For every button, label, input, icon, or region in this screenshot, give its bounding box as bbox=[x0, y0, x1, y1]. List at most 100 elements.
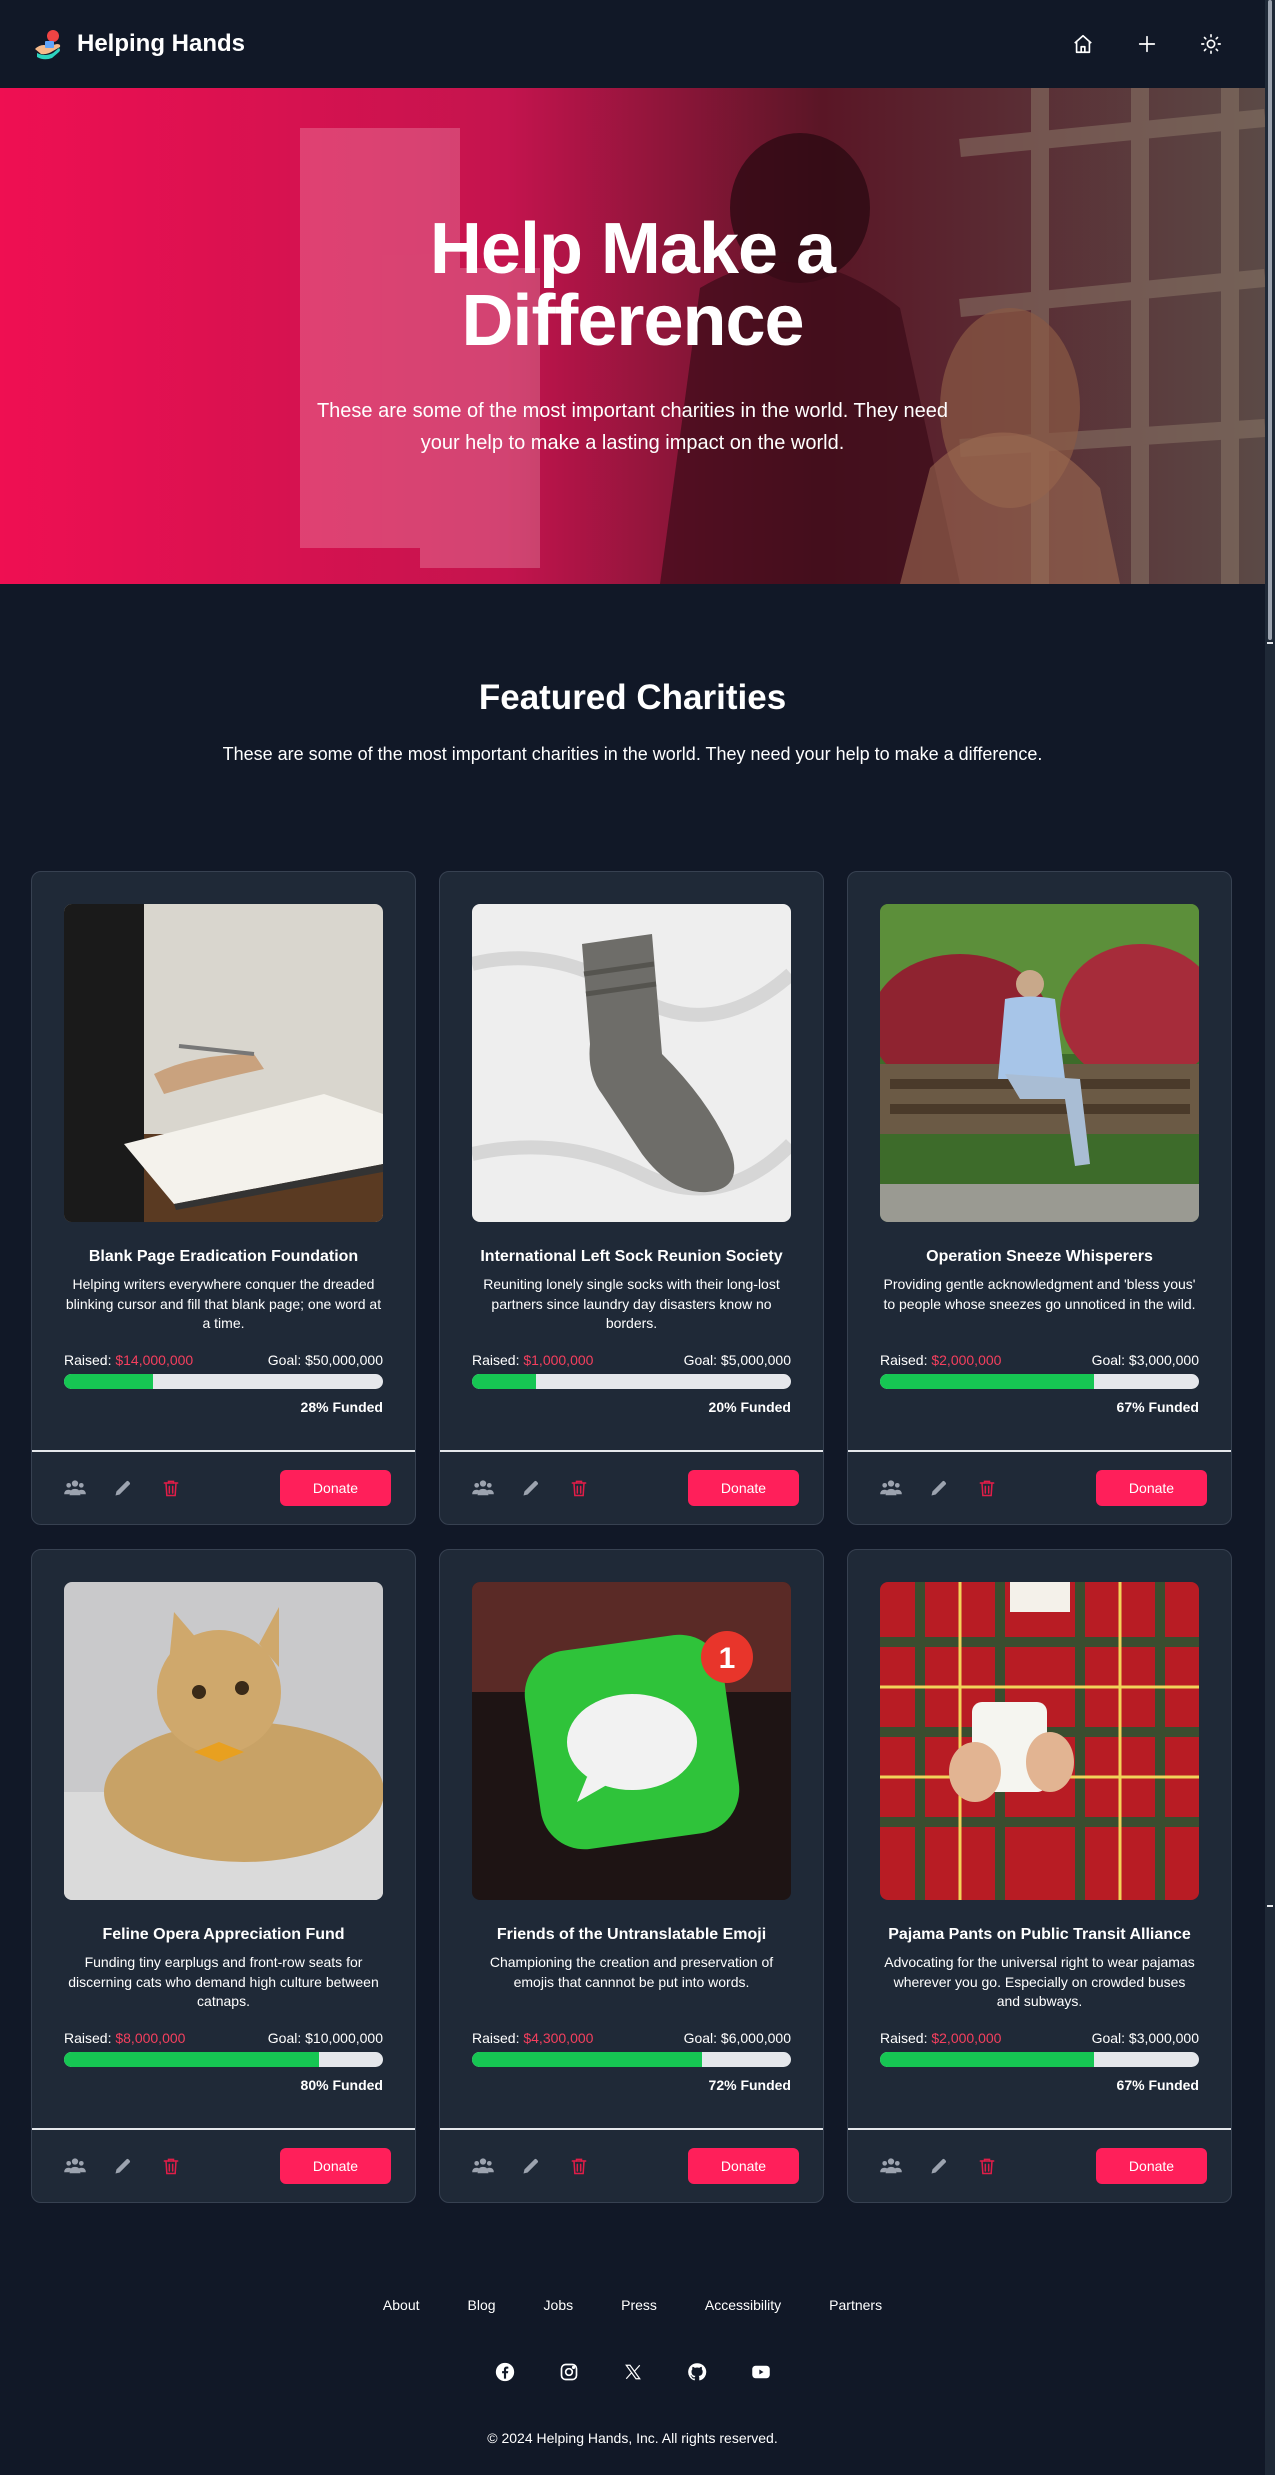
pencil-icon[interactable] bbox=[112, 2155, 134, 2177]
notebook-and-pen-photo bbox=[64, 904, 383, 1222]
funding-progress-bar bbox=[472, 1374, 791, 1389]
footer-link-about[interactable]: About bbox=[383, 2297, 420, 2313]
funding-row: Raised: $8,000,000 Goal: $10,000,000 bbox=[64, 2030, 383, 2046]
goal-amount: Goal: $3,000,000 bbox=[1091, 2030, 1199, 2046]
card-actions: Donate bbox=[880, 1470, 1207, 1506]
featured-subtitle: These are some of the most important cha… bbox=[222, 744, 1043, 764]
trash-icon[interactable] bbox=[976, 2155, 998, 2177]
card-actions: Donate bbox=[472, 1470, 799, 1506]
donate-button[interactable]: Donate bbox=[280, 2148, 391, 2184]
pencil-icon[interactable] bbox=[520, 2155, 542, 2177]
page-scrollbar[interactable] bbox=[1265, 0, 1275, 2475]
featured-title: Featured Charities bbox=[478, 678, 787, 717]
plus-icon[interactable] bbox=[1130, 27, 1164, 61]
charity-name: International Left Sock Reunion Society bbox=[480, 1248, 783, 1265]
card-divider bbox=[848, 1450, 1231, 1452]
goal-amount: Goal: $10,000,000 bbox=[267, 2030, 383, 2046]
funding-row: Raised: $2,000,000 Goal: $3,000,000 bbox=[880, 2030, 1199, 2046]
funding-progress-bar bbox=[880, 2052, 1199, 2067]
pencil-icon[interactable] bbox=[928, 1477, 950, 1499]
pencil-icon[interactable] bbox=[112, 1477, 134, 1499]
trash-icon[interactable] bbox=[976, 1477, 998, 1499]
funded-percent: 80% Funded bbox=[300, 2077, 383, 2093]
charity-name: Pajama Pants on Public Transit Alliance bbox=[888, 1926, 1191, 1943]
featured-section: Featured Charities These are some of the… bbox=[0, 584, 1265, 765]
card-actions: Donate bbox=[472, 2148, 799, 2184]
home-icon[interactable] bbox=[1066, 27, 1100, 61]
charity-description: Funding tiny earplugs and front-row seat… bbox=[68, 1954, 379, 2009]
progress-fill bbox=[64, 1374, 154, 1389]
charity-description: Providing gentle acknowledgment and 'ble… bbox=[883, 1276, 1196, 1312]
funding-progress-bar bbox=[472, 2052, 791, 2067]
social-links bbox=[0, 2362, 1265, 2382]
raised-amount: Raised: $1,000,000 bbox=[472, 1352, 594, 1368]
raised-amount: Raised: $14,000,000 bbox=[64, 1352, 194, 1368]
funding-row: Raised: $4,300,000 Goal: $6,000,000 bbox=[472, 2030, 791, 2046]
cat-with-bowtie-photo bbox=[64, 1582, 383, 1900]
plaid-pajamas-mug-photo bbox=[880, 1582, 1199, 1900]
donate-button[interactable]: Donate bbox=[1096, 1470, 1207, 1506]
donate-button[interactable]: Donate bbox=[280, 1470, 391, 1506]
charity-description: Reuniting lonely single socks with their… bbox=[483, 1276, 780, 1331]
trash-icon[interactable] bbox=[568, 2155, 590, 2177]
scrollbar-notch bbox=[1267, 642, 1273, 644]
footer-link-partners[interactable]: Partners bbox=[829, 2297, 882, 2313]
charity-card: 1 Friends of the Untranslatable Emoji Ch… bbox=[439, 1549, 824, 2203]
users-icon[interactable] bbox=[472, 2155, 494, 2177]
scrollbar-thumb[interactable] bbox=[1268, 0, 1272, 640]
messages-app-icon-photo: 1 bbox=[472, 1582, 791, 1900]
users-icon[interactable] bbox=[64, 1477, 86, 1499]
charity-card: Feline Opera Appreciation Fund Funding t… bbox=[31, 1549, 416, 2203]
instagram-icon[interactable] bbox=[559, 2362, 579, 2382]
funding-progress-bar bbox=[64, 1374, 383, 1389]
users-icon[interactable] bbox=[880, 1477, 902, 1499]
facebook-icon[interactable] bbox=[495, 2362, 515, 2382]
card-actions: Donate bbox=[64, 1470, 391, 1506]
progress-fill bbox=[64, 2052, 320, 2067]
footer-link-accessibility[interactable]: Accessibility bbox=[705, 2297, 781, 2313]
navbar: Helping Hands bbox=[0, 0, 1265, 88]
github-icon[interactable] bbox=[687, 2362, 707, 2382]
brand[interactable]: Helping Hands bbox=[31, 27, 245, 61]
card-divider bbox=[848, 2128, 1231, 2130]
funded-percent: 67% Funded bbox=[1116, 2077, 1199, 2093]
donate-button[interactable]: Donate bbox=[688, 2148, 799, 2184]
pencil-icon[interactable] bbox=[928, 2155, 950, 2177]
pencil-icon[interactable] bbox=[520, 1477, 542, 1499]
donate-button[interactable]: Donate bbox=[1096, 2148, 1207, 2184]
card-divider bbox=[32, 1450, 415, 1452]
footer-link-blog[interactable]: Blog bbox=[468, 2297, 496, 2313]
x-icon[interactable] bbox=[623, 2362, 643, 2382]
charity-card: Operation Sneeze Whisperers Providing ge… bbox=[847, 871, 1232, 1525]
footer-link-press[interactable]: Press bbox=[621, 2297, 657, 2313]
progress-fill bbox=[880, 2052, 1094, 2067]
sun-icon[interactable] bbox=[1194, 27, 1228, 61]
charity-grid: Blank Page Eradication Foundation Helpin… bbox=[31, 871, 1232, 2203]
users-icon[interactable] bbox=[64, 2155, 86, 2177]
footer-link-jobs[interactable]: Jobs bbox=[544, 2297, 574, 2313]
hero-title: Help Make a Difference bbox=[429, 209, 836, 361]
youtube-icon[interactable] bbox=[751, 2362, 771, 2382]
goal-amount: Goal: $5,000,000 bbox=[683, 1352, 791, 1368]
funding-progress-bar bbox=[64, 2052, 383, 2067]
card-divider bbox=[440, 1450, 823, 1452]
trash-icon[interactable] bbox=[160, 1477, 182, 1499]
hero-subtitle: These are some of the most important cha… bbox=[316, 400, 949, 454]
users-icon[interactable] bbox=[472, 1477, 494, 1499]
users-icon[interactable] bbox=[880, 2155, 902, 2177]
grey-knitted-sock-photo bbox=[472, 904, 791, 1222]
trash-icon[interactable] bbox=[160, 2155, 182, 2177]
trash-icon[interactable] bbox=[568, 1477, 590, 1499]
footer-nav: About Blog Jobs Press Accessibility Partners bbox=[0, 2297, 1265, 2313]
man-on-park-bench-photo bbox=[880, 904, 1199, 1222]
donate-button[interactable]: Donate bbox=[688, 1470, 799, 1506]
copyright: © 2024 Helping Hands, Inc. All rights re… bbox=[487, 2430, 778, 2446]
raised-amount: Raised: $2,000,000 bbox=[880, 1352, 1002, 1368]
charity-card: Pajama Pants on Public Transit Alliance … bbox=[847, 1549, 1232, 2203]
hero-banner: Help Make a Difference These are some of… bbox=[0, 88, 1265, 584]
charity-description: Advocating for the universal right to we… bbox=[884, 1954, 1195, 2009]
funding-progress-bar bbox=[880, 1374, 1199, 1389]
hands-heart-logo-icon bbox=[31, 27, 65, 61]
charity-name: Operation Sneeze Whisperers bbox=[926, 1248, 1153, 1265]
raised-amount: Raised: $2,000,000 bbox=[880, 2030, 1002, 2046]
